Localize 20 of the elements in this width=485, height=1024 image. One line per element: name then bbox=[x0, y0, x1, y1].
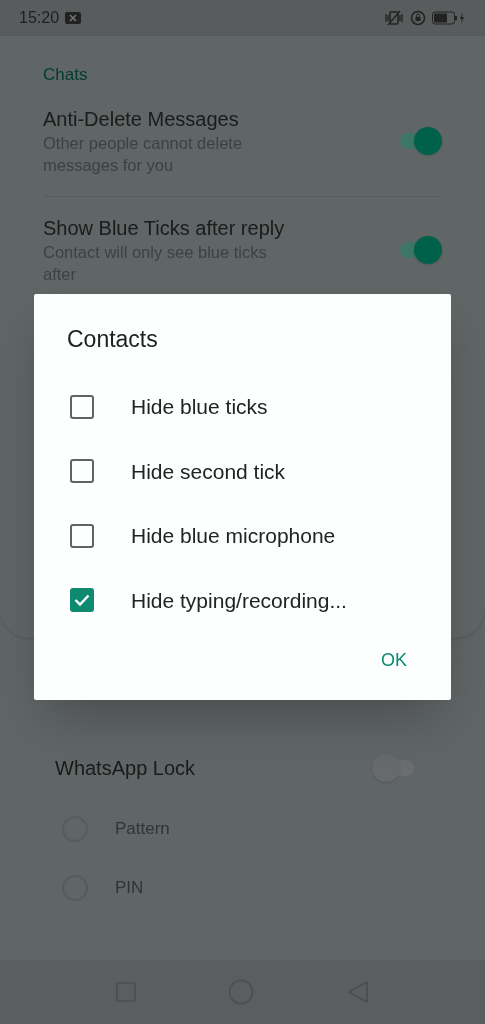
notification-icon bbox=[65, 12, 82, 24]
setting-title: Show Blue Ticks after reply bbox=[43, 215, 286, 241]
checkbox[interactable] bbox=[70, 523, 94, 548]
vibrate-icon bbox=[384, 10, 404, 26]
section-title: Chats bbox=[43, 64, 89, 86]
setting-title: WhatsApp Lock bbox=[55, 756, 196, 781]
checkmark-icon bbox=[74, 594, 90, 607]
dialog-title: Contacts bbox=[66, 325, 159, 354]
checkbox[interactable] bbox=[70, 459, 94, 484]
option-label: Hide blue ticks bbox=[131, 394, 268, 420]
rotation-lock-icon bbox=[410, 10, 426, 26]
checkbox[interactable] bbox=[70, 588, 94, 613]
option-label: Hide typing/recording... bbox=[131, 587, 347, 614]
clock-time: 15:20 bbox=[19, 8, 60, 28]
ok-button[interactable]: OK bbox=[381, 647, 407, 674]
checkbox[interactable] bbox=[70, 394, 94, 419]
option-label: Hide blue microphone bbox=[131, 523, 336, 549]
option-label: Hide second tick bbox=[131, 458, 286, 485]
setting-title: Anti-Delete Messages bbox=[43, 106, 240, 132]
battery-icon bbox=[432, 11, 466, 25]
